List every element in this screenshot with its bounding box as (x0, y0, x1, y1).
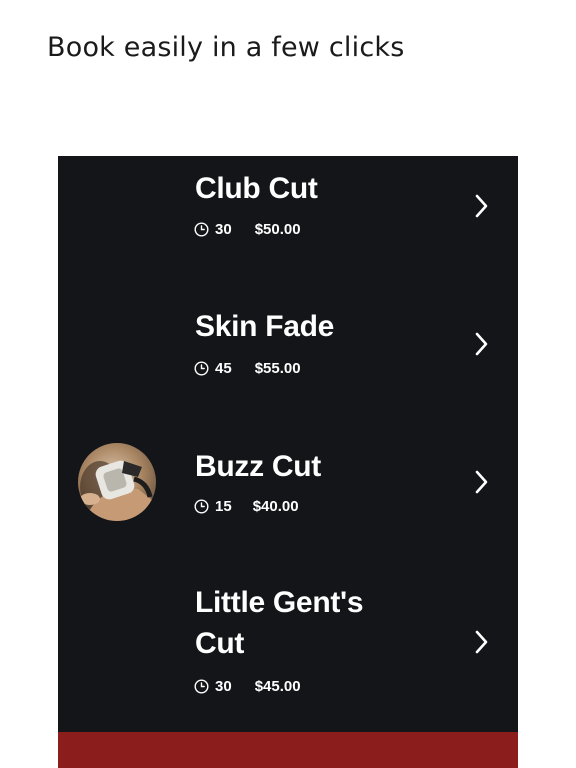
service-name-line-2: Cut (195, 627, 245, 660)
service-duration: 30 (215, 677, 232, 695)
chevron-right-icon[interactable] (472, 629, 492, 655)
service-meta: 45 $55.00 (194, 358, 301, 378)
service-meta: 30 $45.00 (194, 676, 301, 696)
service-item-little-gents-cut[interactable]: Little Gent's Cut 30 $45.00 (58, 572, 518, 732)
chevron-right-icon[interactable] (472, 331, 492, 357)
service-price: $50.00 (254, 220, 301, 238)
clock-icon (194, 678, 209, 694)
chevron-right-icon[interactable] (472, 193, 492, 219)
service-item-skin-fade[interactable]: Skin Fade 45 $55.00 (58, 296, 518, 434)
app-store-screenshot: Book easily in a few clicks Club Cut 30 … (0, 0, 576, 768)
bottom-action-bar[interactable] (58, 732, 518, 768)
service-duration: 30 (215, 220, 232, 238)
service-price: $45.00 (254, 677, 301, 695)
headline: Book easily in a few clicks (47, 32, 405, 63)
clock-icon (194, 498, 209, 514)
service-duration: 45 (215, 359, 232, 377)
barber-avatar (78, 443, 156, 521)
service-price: $40.00 (252, 497, 299, 515)
service-name: Skin Fade (195, 310, 335, 343)
service-meta: 30 $50.00 (194, 219, 301, 239)
service-item-club-cut[interactable]: Club Cut 30 $50.00 (58, 156, 518, 296)
service-item-buzz-cut[interactable]: Buzz Cut 15 $40.00 (58, 434, 518, 572)
service-duration: 15 (215, 497, 232, 515)
clock-icon (194, 221, 209, 237)
services-screen: Club Cut 30 $50.00 Skin Fade 45 $55.00 B… (58, 156, 518, 768)
service-price: $55.00 (254, 359, 301, 377)
service-name-line-1: Little Gent's (195, 586, 364, 619)
service-meta: 15 $40.00 (194, 496, 299, 516)
service-name: Club Cut (195, 172, 318, 205)
chevron-right-icon[interactable] (472, 469, 492, 495)
clock-icon (194, 360, 209, 376)
service-name: Buzz Cut (195, 450, 321, 483)
